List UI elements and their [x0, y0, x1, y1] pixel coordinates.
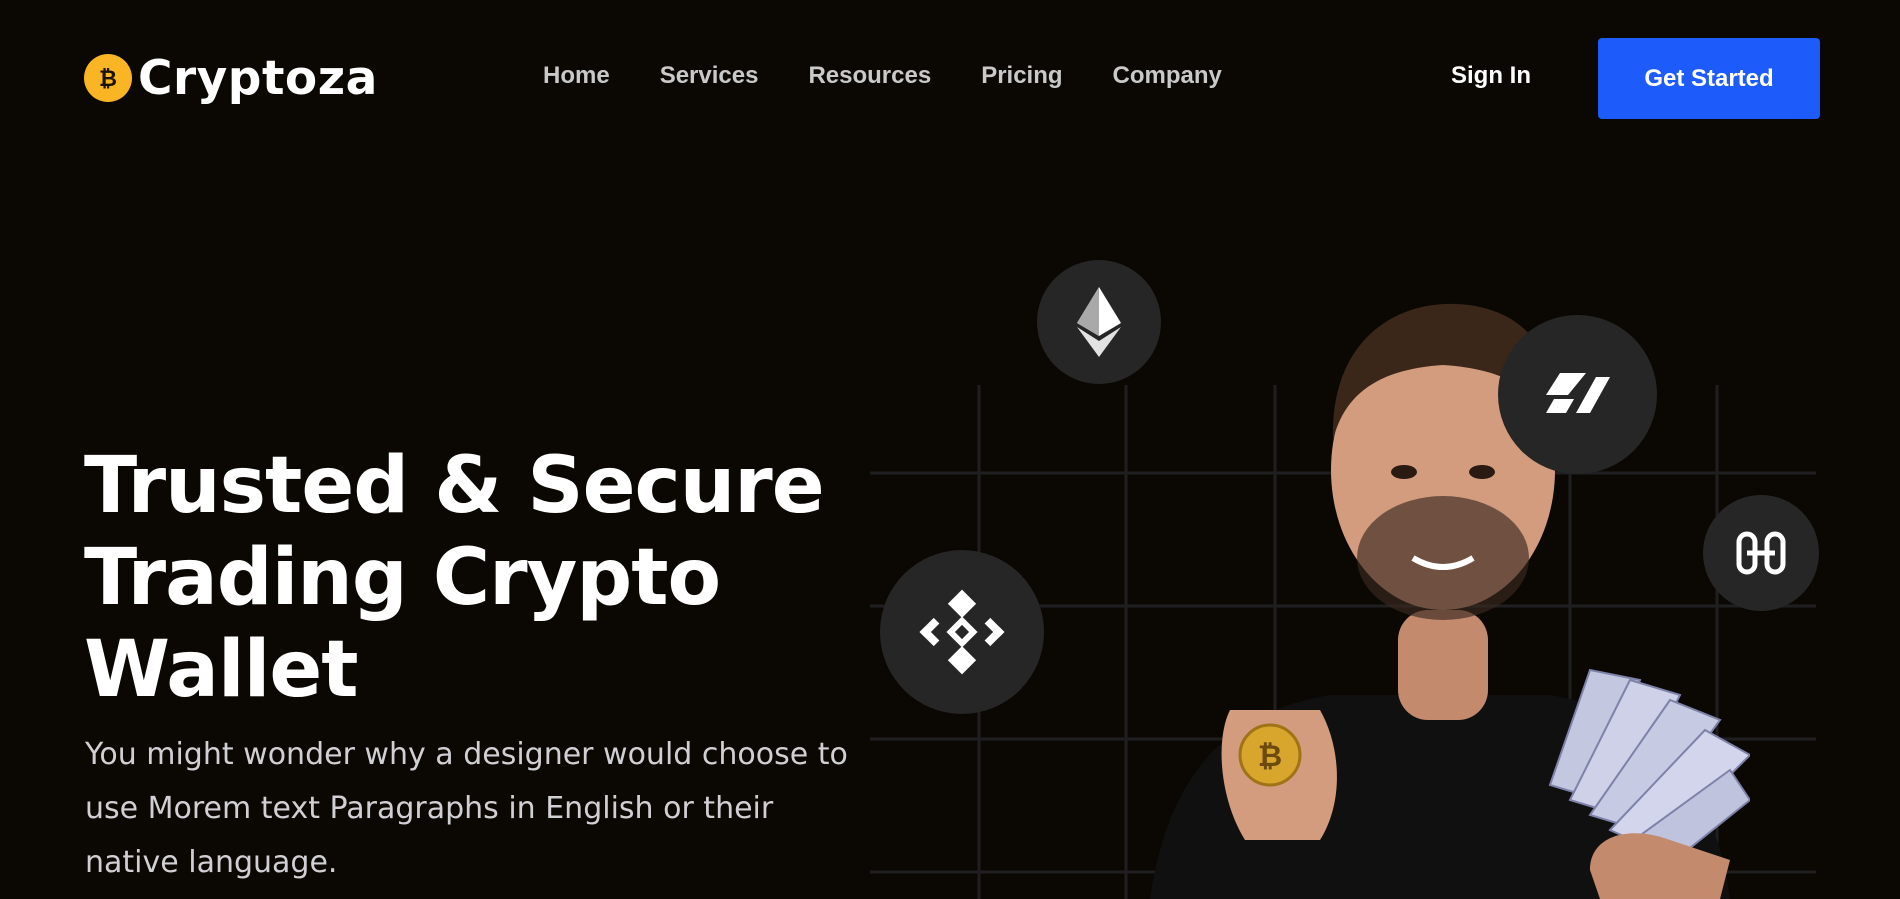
brand-name: Cryptoza — [138, 50, 378, 106]
site-header: ₿ Cryptoza Home Services Resources Prici… — [0, 0, 1900, 158]
nav-link-home[interactable]: Home — [543, 62, 610, 90]
nav-link-resources[interactable]: Resources — [808, 62, 931, 90]
hero-title: Trusted & Secure Trading Crypto Wallet — [84, 440, 904, 716]
nav-link-pricing[interactable]: Pricing — [981, 62, 1062, 90]
hero-title-line: Wallet — [84, 625, 359, 715]
hero-visual: ₿ — [870, 240, 1870, 899]
svg-text:₿: ₿ — [99, 67, 117, 92]
brand-logo[interactable]: ₿ Cryptoza — [84, 50, 378, 106]
svg-text:₿: ₿ — [1258, 739, 1282, 774]
main-nav: Home Services Resources Pricing Company — [543, 62, 1272, 90]
get-started-button[interactable]: Get Started — [1598, 38, 1820, 119]
bitcoin-icon: ₿ — [84, 54, 132, 102]
hero-paragraph: You might wonder why a designer would ch… — [85, 737, 848, 880]
hero-title-line: Trading Crypto — [84, 533, 721, 623]
nav-link-services[interactable]: Services — [660, 62, 759, 90]
binance-icon — [880, 550, 1044, 714]
nav-link-company[interactable]: Company — [1113, 62, 1222, 90]
hero-title-line: Trusted & Secure — [84, 441, 825, 531]
sign-in-link[interactable]: Sign In — [1451, 62, 1531, 90]
harmony-icon — [1703, 495, 1819, 611]
hand-with-bitcoin: ₿ — [1221, 710, 1337, 840]
hive-icon — [1498, 315, 1657, 474]
ethereum-icon — [1037, 260, 1161, 384]
